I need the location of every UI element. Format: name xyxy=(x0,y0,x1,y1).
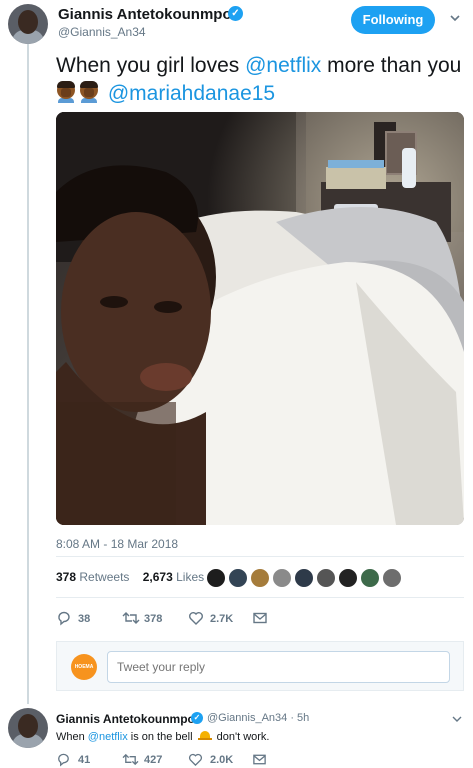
chevron-down-icon[interactable] xyxy=(449,12,461,24)
likes-label[interactable]: Likes xyxy=(176,570,204,584)
tweet-stats: 378 Retweets 2,673 Likes xyxy=(56,570,204,584)
liker-avatar[interactable] xyxy=(338,568,358,588)
display-name[interactable]: Giannis Antetokounmpo xyxy=(58,6,232,23)
reply-count: 41 xyxy=(78,754,91,766)
reply-handle-time[interactable]: @Giannis_An34 · 5h xyxy=(207,712,309,724)
reply-count: 38 xyxy=(78,613,91,625)
mention-link[interactable]: @netflix xyxy=(245,54,321,77)
retweets-label[interactable]: Retweets xyxy=(79,570,129,584)
divider xyxy=(56,597,464,598)
reply-input[interactable] xyxy=(107,651,450,683)
chevron-down-icon[interactable] xyxy=(452,714,462,724)
heart-icon xyxy=(189,753,202,767)
verified-icon: ✓ xyxy=(191,712,203,724)
retweet-icon xyxy=(122,753,139,766)
mention-link[interactable]: @mariahdanae15 xyxy=(108,82,275,105)
envelope-icon xyxy=(253,612,267,624)
likes-count[interactable]: 2,673 xyxy=(143,570,173,584)
liker-avatar[interactable] xyxy=(360,568,380,588)
timestamp[interactable]: 8:08 AM - 18 Mar 2018 xyxy=(56,537,178,551)
avatar[interactable] xyxy=(8,4,48,44)
reply-display-name[interactable]: Giannis Antetokounmpo xyxy=(56,712,195,726)
handle[interactable]: @Giannis_An34 xyxy=(58,25,146,39)
like-count: 2.0K xyxy=(210,754,234,766)
divider xyxy=(56,556,464,557)
retweet-icon xyxy=(122,612,140,624)
photo-illustration xyxy=(56,112,464,525)
liker-avatar[interactable] xyxy=(228,568,248,588)
heart-icon xyxy=(189,612,203,625)
liker-avatar[interactable] xyxy=(294,568,314,588)
reply-icon xyxy=(58,611,70,626)
tweet-photo[interactable] xyxy=(56,112,464,525)
like-count: 2.7K xyxy=(210,613,234,625)
tweet-text-part: When you girl loves xyxy=(56,54,246,77)
bell-emoji-icon xyxy=(197,730,212,741)
reply-text-part: When xyxy=(56,731,88,743)
reply-icon xyxy=(58,753,69,767)
mention-link[interactable]: @netflix xyxy=(88,731,128,743)
reply-composer: HOEMA xyxy=(56,641,464,691)
reply-avatar[interactable] xyxy=(8,708,48,748)
liker-avatar[interactable] xyxy=(206,568,226,588)
verified-icon: ✓ xyxy=(228,6,243,21)
retweet-count: 427 xyxy=(144,754,163,766)
retweet-count: 378 xyxy=(144,613,163,625)
envelope-icon xyxy=(253,754,266,765)
liker-avatar[interactable] xyxy=(272,568,292,588)
following-button[interactable]: Following xyxy=(351,6,435,34)
liker-avatar[interactable] xyxy=(382,568,402,588)
liker-avatar[interactable] xyxy=(250,568,270,588)
liker-avatar[interactable] xyxy=(316,568,336,588)
retweets-count[interactable]: 378 xyxy=(56,570,76,584)
reply-text-part: don't work. xyxy=(213,731,270,743)
tweet-text: When you girl loves @netflix more than y… xyxy=(56,52,466,108)
facepalm-emoji-icon xyxy=(79,81,99,103)
facepalm-emoji-icon xyxy=(56,81,76,103)
reply-tweet-text: When @netflix is on the bell don't work. xyxy=(56,730,269,743)
tweet-header: Giannis Antetokounmpo ✓ @Giannis_An34 Fo… xyxy=(0,0,473,46)
thread-line xyxy=(27,44,29,704)
tweet-text-part: more than you xyxy=(321,54,462,77)
reply-text-part: is on the bell xyxy=(127,731,196,743)
current-user-avatar: HOEMA xyxy=(71,654,97,680)
